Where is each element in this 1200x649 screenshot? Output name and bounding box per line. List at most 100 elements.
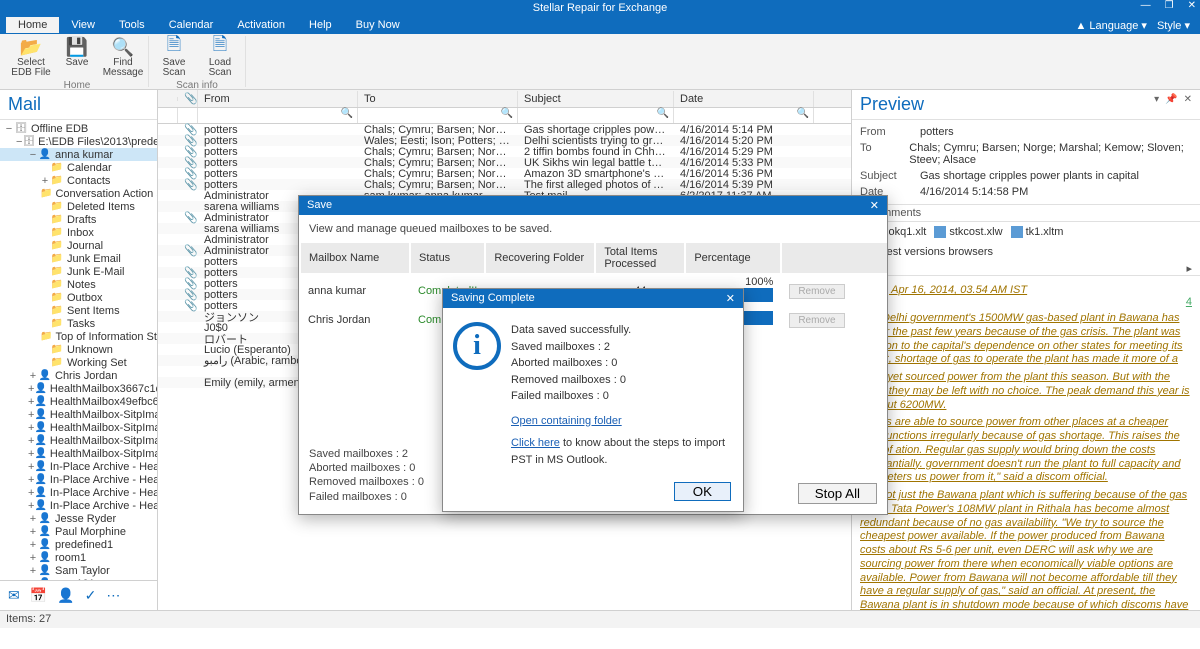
- open-folder-link[interactable]: Open containing folder: [511, 415, 622, 427]
- tree-node[interactable]: −👤anna kumar: [0, 148, 157, 161]
- close-button[interactable]: ✕: [1188, 0, 1196, 11]
- tree-node[interactable]: −🗄E:\EDB Files\2013\predefined: [0, 135, 157, 148]
- tree-node[interactable]: +👤Jesse Ryder: [0, 512, 157, 525]
- contacts-view-icon[interactable]: 👤: [57, 587, 74, 604]
- pin-icon[interactable]: 📌: [1165, 94, 1177, 115]
- tree-node[interactable]: 📁Junk E-Mail: [0, 265, 157, 278]
- message-row[interactable]: 📎pottersChals; Cymru; Barsen; Norge; Mar…: [158, 157, 851, 168]
- tree-node[interactable]: 📁Sent Items: [0, 304, 157, 317]
- tree-node[interactable]: +👤HealthMailbox-SitpImail-: [0, 421, 157, 434]
- tree-node[interactable]: 📁Inbox: [0, 226, 157, 239]
- tree-node[interactable]: 📁Unknown: [0, 343, 157, 356]
- attachments-label: Attachments: [852, 204, 1200, 222]
- more-view-icon[interactable]: ⋯: [106, 587, 120, 604]
- tree-node[interactable]: +👤In-Place Archive - HealthI: [0, 460, 157, 473]
- calendar-view-icon[interactable]: 📅: [30, 587, 47, 604]
- message-row[interactable]: 📎pottersChals; Cymru; Barsen; Norge; Mar…: [158, 179, 851, 190]
- tree-node[interactable]: 📁Junk Email: [0, 252, 157, 265]
- tree-node[interactable]: 📁Outbox: [0, 291, 157, 304]
- mail-view-icon[interactable]: ✉: [8, 587, 20, 604]
- tree-node[interactable]: +👤In-Place Archive - HealthI: [0, 499, 157, 512]
- menu-right-item[interactable]: Style ▾: [1157, 19, 1190, 32]
- tree-node[interactable]: 📁Calendar: [0, 161, 157, 174]
- ok-button[interactable]: OK: [674, 482, 731, 501]
- tree-node[interactable]: +👤Paul Morphine: [0, 525, 157, 538]
- menu-tab-tools[interactable]: Tools: [107, 17, 157, 33]
- remove-button[interactable]: Remove: [789, 313, 844, 328]
- minimize-button[interactable]: —: [1141, 0, 1151, 11]
- left-pane: Mail −🗄Offline EDB−🗄E:\EDB Files\2013\pr…: [0, 90, 158, 610]
- preview-header: Preview: [860, 94, 924, 115]
- preview-meta: Frompotters ToChals; Cymru; Barsen; Norg…: [852, 120, 1200, 204]
- message-row[interactable]: 📎pottersChals; Cymru; Barsen; Norge; Mar…: [158, 168, 851, 179]
- maximize-button[interactable]: ❐: [1165, 0, 1174, 11]
- ribbon-button[interactable]: 🔍Find Message: [104, 36, 142, 78]
- status-bar: Items: 27: [0, 610, 1200, 628]
- tree-node[interactable]: +👤HealthMailbox-SitpImail-: [0, 447, 157, 460]
- attachment-item[interactable]: stkcost.xlw: [934, 226, 1002, 238]
- tree-node[interactable]: 📁Drafts: [0, 213, 157, 226]
- menu-tab-buy-now[interactable]: Buy Now: [344, 17, 412, 33]
- ribbon-button[interactable]: 🗎Save Scan: [155, 36, 193, 78]
- menu-tab-calendar[interactable]: Calendar: [157, 17, 226, 33]
- tree-node[interactable]: +👤HealthMailbox49efbc6c7: [0, 395, 157, 408]
- message-row[interactable]: 📎pottersChals; Cymru; Barsen; Norge; Mar…: [158, 146, 851, 157]
- tree-node[interactable]: 📁Journal: [0, 239, 157, 252]
- tree-node[interactable]: +👤HealthMailbox3667c1d64: [0, 382, 157, 395]
- remove-button[interactable]: Remove: [789, 284, 844, 299]
- tree-node[interactable]: +👤HealthMailbox-SitpImail-: [0, 434, 157, 447]
- tree-node[interactable]: 📁Deleted Items: [0, 200, 157, 213]
- mail-header: Mail: [0, 90, 157, 120]
- tree-node[interactable]: −🗄Offline EDB: [0, 122, 157, 135]
- ribbon: 📂Select EDB File💾Save🔍Find Message Home …: [0, 34, 1200, 90]
- stop-all-button[interactable]: Stop All: [798, 483, 877, 504]
- search-icon[interactable]: 🔍: [501, 108, 513, 119]
- menu-tab-activation[interactable]: Activation: [225, 17, 297, 33]
- menu-tab-home[interactable]: Home: [6, 17, 59, 33]
- saving-complete-modal: Saving Complete✕ i Data saved successful…: [442, 288, 744, 512]
- attachment-item[interactable]: tk1.xltm: [1011, 226, 1064, 238]
- tree-node[interactable]: 📁Notes: [0, 278, 157, 291]
- tree-node[interactable]: 📁Conversation Action S: [0, 187, 157, 200]
- tree-node[interactable]: +👤HealthMailbox-SitpImail-: [0, 408, 157, 421]
- tree-node[interactable]: 📁Working Set: [0, 356, 157, 369]
- close-icon[interactable]: ✕: [1184, 94, 1192, 115]
- message-row[interactable]: 📎pottersChals; Cymru; Barsen; Norge; Mar…: [158, 124, 851, 135]
- ribbon-button[interactable]: 🗎Load Scan: [201, 36, 239, 78]
- preview-body: TNN | Apr 16, 2014, 03.54 AM IST 4 The D…: [852, 276, 1200, 610]
- ribbon-group-scaninfo: 🗎Save Scan🗎Load Scan Scan info: [149, 36, 246, 87]
- click-here-link[interactable]: Click here: [511, 437, 560, 449]
- attachments-list: Bookq1.xltstkcost.xlwtk1.xltmlatest vers…: [852, 222, 1200, 262]
- info-icon: i: [453, 322, 501, 370]
- menu-tab-help[interactable]: Help: [297, 17, 344, 33]
- tree-node[interactable]: +📁Contacts: [0, 174, 157, 187]
- search-icon[interactable]: 🔍: [797, 108, 809, 119]
- message-row[interactable]: 📎pottersWales; Eesti; Ison; Potters; Ste…: [158, 135, 851, 146]
- tree-node[interactable]: +👤room1: [0, 551, 157, 564]
- menu-tab-view[interactable]: View: [59, 17, 107, 33]
- ribbon-group-home: 📂Select EDB File💾Save🔍Find Message Home: [6, 36, 149, 87]
- window-controls: — ❐ ✕: [1141, 0, 1196, 11]
- scroll-right-icon[interactable]: ▸: [1186, 262, 1192, 275]
- folder-tree[interactable]: −🗄Offline EDB−🗄E:\EDB Files\2013\predefi…: [0, 120, 157, 580]
- dropdown-icon[interactable]: ▾: [1154, 94, 1159, 115]
- app-title: Stellar Repair for Exchange: [533, 2, 668, 14]
- search-icon[interactable]: 🔍: [657, 108, 669, 119]
- tree-node[interactable]: 📁Tasks: [0, 317, 157, 330]
- tasks-view-icon[interactable]: ✓: [85, 587, 97, 604]
- tree-node[interactable]: +👤Chris Jordan: [0, 369, 157, 382]
- search-icon[interactable]: 🔍: [341, 108, 353, 119]
- grid-header: 📎 From To Subject Date: [158, 90, 851, 108]
- ribbon-button[interactable]: 💾Save: [58, 36, 96, 78]
- tree-node[interactable]: +👤Sam Taylor: [0, 564, 157, 577]
- tree-node[interactable]: +👤predefined1: [0, 538, 157, 551]
- close-icon[interactable]: ✕: [726, 292, 735, 305]
- tree-node[interactable]: +👤In-Place Archive - HealthI: [0, 473, 157, 486]
- ribbon-button[interactable]: 📂Select EDB File: [12, 36, 50, 78]
- title-bar: Stellar Repair for Exchange — ❐ ✕: [0, 0, 1200, 16]
- close-icon[interactable]: ✕: [870, 199, 879, 212]
- tree-node[interactable]: 📁Top of Information Sto: [0, 330, 157, 343]
- preview-pane: Preview ▾ 📌 ✕ Frompotters ToChals; Cymru; …: [852, 90, 1200, 610]
- menu-right-item[interactable]: ▲ Language ▾: [1075, 19, 1146, 32]
- tree-node[interactable]: +👤In-Place Archive - HealthI: [0, 486, 157, 499]
